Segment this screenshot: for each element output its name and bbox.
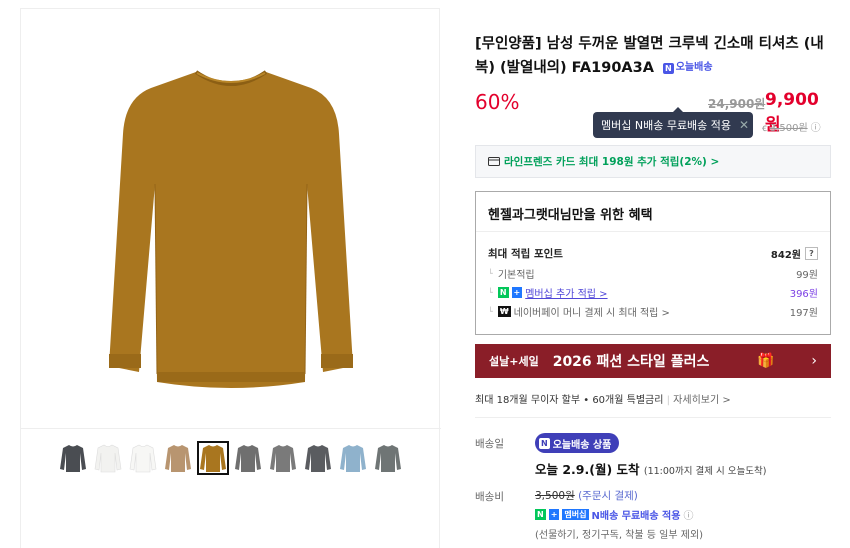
- truck-icon: ꞓ: [762, 122, 767, 134]
- today-delivery-pill-text: 오늘배송 상품: [552, 439, 612, 451]
- thumb-gray-2[interactable]: [267, 441, 299, 475]
- credit-card-icon: [488, 157, 500, 166]
- fee-payment-note: (주문시 결제): [578, 490, 638, 502]
- basic-points-value: 99원: [796, 270, 818, 281]
- shipping-fee-summary: ꞓ 3,500원 ⓘ: [762, 119, 821, 135]
- divider: [475, 417, 831, 418]
- product-gallery: [20, 8, 441, 548]
- membership-points-link[interactable]: 멤버십 추가 적립 >: [525, 285, 607, 300]
- benefit-title: 헨젤과그랫대님만을 위한 혜택: [488, 208, 653, 223]
- thumb-charcoal[interactable]: [57, 441, 89, 475]
- naverpay-points-label-wrap: └ ₩ 네이버페이 머니 결제 시 최대 적립 >: [488, 304, 670, 319]
- naverpay-points-value: 197원: [789, 308, 818, 319]
- naverpay-points-row: └ ₩ 네이버페이 머니 결제 시 최대 적립 > 197원: [488, 304, 818, 319]
- gift-icon: 🎁: [757, 353, 775, 369]
- sub-arrow-icon: └: [488, 288, 493, 297]
- today-delivery-pill: N 오늘배송 상품: [535, 433, 620, 453]
- max-points-row: 최대 적립 포인트 842원 ?: [488, 246, 818, 261]
- info-icon[interactable]: ⓘ: [683, 507, 693, 522]
- discount-rate: 60%: [475, 90, 520, 114]
- plus-icon: +: [511, 287, 523, 298]
- membership-tooltip: 멤버십 N배송 무료배송 적용 ✕: [593, 107, 753, 138]
- banner-tag: 설날+세일: [489, 355, 539, 368]
- max-points-value: 842원: [770, 250, 801, 261]
- info-icon[interactable]: ⓘ: [811, 119, 821, 134]
- close-icon[interactable]: ✕: [739, 118, 749, 132]
- basic-points-label-wrap: └ 기본적립: [488, 266, 535, 281]
- thumbnail-strip: [57, 441, 404, 475]
- fee-line: 3,500원 (주문시 결제): [535, 488, 638, 503]
- thumb-white-1[interactable]: [92, 441, 124, 475]
- product-page: [무인양품] 남성 두꺼운 발열면 크루넥 긴소매 티셔츠 (내복) (발열내의…: [0, 0, 850, 548]
- thumb-mustard[interactable]: [197, 441, 229, 475]
- tooltip-text: 멤버십 N배송 무료배송 적용: [601, 119, 732, 132]
- membership-icon: 멤버십: [562, 509, 589, 520]
- today-delivery-badge: N 오늘배송: [663, 56, 713, 80]
- max-points-label: 최대 적립 포인트: [488, 248, 563, 260]
- naverpay-points-link[interactable]: 네이버페이 머니 결제 시 최대 적립 >: [514, 304, 670, 319]
- installment-more-link[interactable]: 자세히보기 >: [673, 395, 731, 406]
- main-product-image[interactable]: [21, 9, 441, 429]
- thumb-gray[interactable]: [232, 441, 264, 475]
- fee-exclusion: (선물하기, 정기구독, 착불 등 일부 제외): [535, 530, 704, 541]
- membership-points-value: 396원: [789, 289, 818, 300]
- chevron-right-icon: ›: [811, 353, 817, 369]
- basic-points-row: └ 기본적립 99원: [488, 266, 818, 281]
- plus-icon: +: [548, 509, 560, 520]
- product-title: [무인양품] 남성 두꺼운 발열면 크루넥 긴소매 티셔츠 (내복) (발열내의…: [475, 32, 831, 80]
- thumb-beige[interactable]: [162, 441, 194, 475]
- membership-points-label-wrap: └ N + 멤버십 추가 적립 >: [488, 285, 608, 300]
- sub-arrow-icon: └: [488, 307, 493, 316]
- thumb-slate[interactable]: [372, 441, 404, 475]
- naver-n-icon: N: [535, 509, 546, 520]
- delivery-label: 배송일: [475, 438, 504, 450]
- n-shipping-text: N배송 무료배송 적용: [591, 511, 681, 522]
- original-price: 24,900원: [708, 97, 766, 111]
- sub-arrow-icon: └: [488, 269, 493, 278]
- product-title-text: [무인양품] 남성 두꺼운 발열면 크루넥 긴소매 티셔츠 (내복) (발열내의…: [475, 36, 824, 76]
- tshirt-image: [109, 69, 353, 388]
- membership-points-row: └ N + 멤버십 추가 적립 > 396원: [488, 285, 818, 300]
- naverpay-icon: ₩: [497, 306, 511, 317]
- installment-text: 최대 18개월 무이자 할부 • 60개월 특별금리: [475, 395, 664, 406]
- shipping-fee-strike: 3,500원: [769, 123, 808, 134]
- today-delivery-label: 오늘배송: [675, 62, 713, 73]
- arrival-info: 오늘 2.9.(월) 도착 (11:00까지 결제 시 오늘도착): [535, 459, 766, 478]
- arrival-note: (11:00까지 결제 시 오늘도착): [643, 466, 767, 477]
- card-benefit-text: 라인프렌즈 카드 최대 198원 추가 적립(2%) >: [504, 156, 720, 168]
- n-delivery-icon: N: [539, 437, 550, 449]
- card-benefit-bar[interactable]: 라인프렌즈 카드 최대 198원 추가 적립(2%) >: [475, 145, 831, 178]
- promo-banner[interactable]: 설날+세일 2026 패션 스타일 플러스 🎁 ›: [475, 344, 831, 378]
- benefit-box: 헨젤과그랫대님만을 위한 혜택 최대 적립 포인트 842원 ? └ 기본적립 9…: [475, 191, 831, 335]
- fee-label: 배송비: [475, 491, 504, 503]
- banner-text: 2026 패션 스타일 플러스: [552, 354, 710, 370]
- n-delivery-icon: N: [663, 62, 674, 74]
- divider: [476, 231, 830, 232]
- thumb-white-2[interactable]: [127, 441, 159, 475]
- thumb-blue[interactable]: [337, 441, 369, 475]
- help-icon[interactable]: ?: [805, 247, 818, 260]
- basic-points-label: 기본적립: [497, 270, 535, 281]
- installment-info: 최대 18개월 무이자 할부 • 60개월 특별금리 | 자세히보기 >: [475, 395, 731, 406]
- arrival-date: 오늘 2.9.(월) 도착: [535, 462, 640, 477]
- naver-n-icon: N: [497, 287, 509, 298]
- max-points-value-wrap: 842원 ?: [771, 246, 818, 261]
- fee-amount: 3,500원: [535, 490, 575, 502]
- thumb-charcoal-2[interactable]: [302, 441, 334, 475]
- n-shipping-free: N + 멤버십 N배송 무료배송 적용 ⓘ: [535, 507, 693, 522]
